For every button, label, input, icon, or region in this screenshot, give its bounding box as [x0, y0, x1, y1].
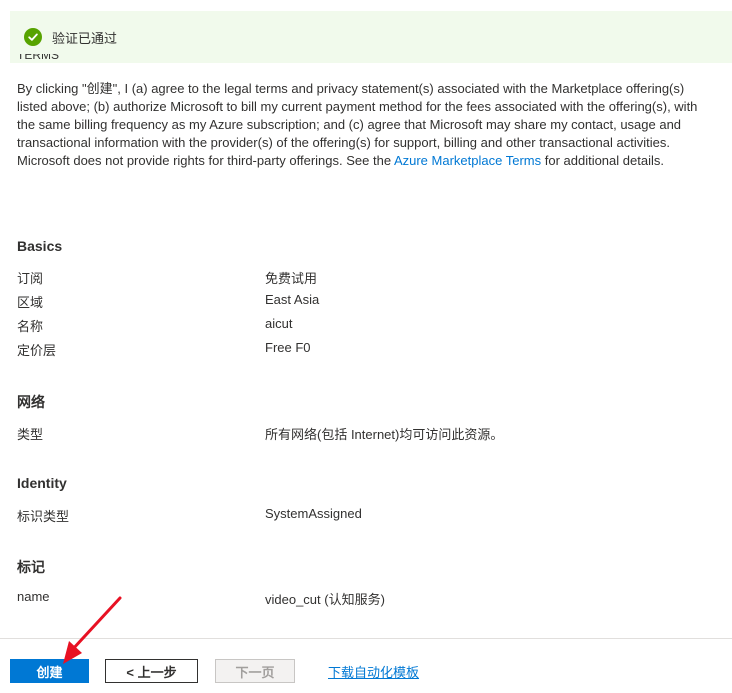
download-template-link[interactable]: 下载自动化模板	[328, 662, 419, 681]
footer-divider	[0, 638, 732, 639]
row-key: 名称	[17, 319, 44, 334]
summary-row: 区域 East Asia	[17, 292, 717, 310]
row-key: 区域	[17, 295, 44, 310]
azure-marketplace-terms-link[interactable]: Azure Marketplace Terms	[394, 153, 541, 168]
summary-row: 名称 aicut	[17, 316, 717, 334]
create-button[interactable]: 创建	[10, 659, 89, 683]
previous-button[interactable]: < 上一步	[105, 659, 198, 683]
summary-row: 类型 所有网络(包括 Internet)均可访问此资源。	[17, 424, 717, 442]
row-value: 所有网络(包括 Internet)均可访问此资源。	[265, 427, 504, 442]
row-key: 类型	[17, 427, 44, 442]
section-title-basics: Basics	[17, 238, 63, 254]
row-key: 标识类型	[17, 509, 70, 524]
section-title-network: 网络	[17, 394, 45, 410]
row-value: East Asia	[265, 292, 320, 307]
next-button[interactable]: 下一页	[215, 659, 295, 683]
section-title-tags: 标记	[17, 559, 45, 575]
row-value: Free F0	[265, 340, 311, 355]
row-key: name	[17, 589, 50, 604]
terms-text-part: for additional details.	[541, 153, 664, 168]
summary-row: 定价层 Free F0	[17, 340, 717, 358]
banner-text: 验证已通过	[52, 30, 118, 46]
terms-text: By clicking "创建", I (a) agree to the leg…	[17, 80, 717, 170]
summary-row: name video_cut (认知服务)	[17, 589, 717, 607]
row-value: video_cut (认知服务)	[265, 592, 385, 607]
summary-row: 订阅 免费试用	[17, 268, 717, 286]
validation-banner: 验证已通过	[10, 11, 732, 63]
row-key: 定价层	[17, 343, 57, 358]
terms-heading: TERMS	[17, 54, 59, 62]
row-value: 免费试用	[265, 271, 318, 286]
section-title-identity: Identity	[17, 475, 67, 491]
row-key: 订阅	[17, 271, 44, 286]
summary-row: 标识类型 SystemAssigned	[17, 506, 717, 524]
row-value: SystemAssigned	[265, 506, 362, 521]
check-circle-icon	[24, 28, 42, 46]
row-value: aicut	[265, 316, 293, 331]
